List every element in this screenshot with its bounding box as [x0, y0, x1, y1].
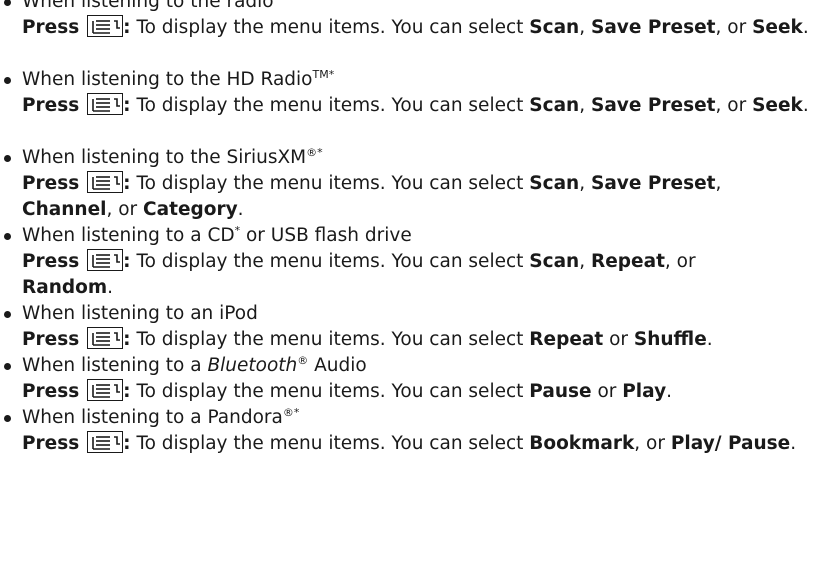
description: Press : To display the menu items. You c… — [22, 431, 797, 454]
description: Press : To display the menu items. You c… — [22, 379, 673, 402]
superscript: ® — [297, 353, 309, 367]
condition-label: When listening to the radio — [22, 0, 274, 12]
description: Press : To display the menu items. You c… — [22, 171, 722, 220]
option-save-preset: Save Preset — [591, 173, 716, 194]
press-label: Press — [22, 329, 80, 350]
option-seek: Seek — [752, 17, 803, 38]
desc-text: To display the menu items. You can selec… — [130, 433, 530, 454]
description: Press : To display the menu items. You c… — [22, 93, 809, 116]
superscript: ®* — [282, 405, 300, 419]
description: Press : To display the menu items. You c… — [22, 15, 809, 38]
menu-button-icon — [87, 327, 124, 349]
desc-text: To display the menu items. You can selec… — [130, 17, 530, 38]
option-scan: Scan — [529, 251, 580, 272]
menu-button-icon — [87, 379, 124, 401]
colon: : — [123, 17, 131, 38]
option-save-preset: Save Preset — [591, 95, 716, 116]
option-play-pause: Play/ Pause — [670, 433, 791, 454]
menu-button-icon — [87, 431, 124, 453]
press-label: Press — [22, 173, 80, 194]
condition-text: When listening to the SiriusXM®* — [22, 145, 824, 171]
condition-label: When listening to the HD Radio — [22, 69, 313, 90]
condition-text: When listening to the radio — [22, 0, 824, 15]
list-item-pandora: When listening to a Pandora®* Press : To… — [0, 405, 824, 483]
option-category: Category — [143, 199, 238, 220]
desc-text: To display the menu items. You can selec… — [130, 251, 530, 272]
condition-label: When listening to an iPod — [22, 303, 258, 324]
bullet — [4, 155, 11, 162]
bullet — [4, 0, 11, 6]
option-save-preset: Save Preset — [591, 17, 716, 38]
menu-button-icon — [87, 249, 124, 271]
option-seek: Seek — [752, 95, 803, 116]
condition-label-suffix: or USB flash drive — [240, 225, 412, 246]
option-bookmark: Bookmark — [529, 433, 635, 454]
option-pause: Pause — [529, 381, 592, 402]
list-item-siriusxm: When listening to the SiriusXM®* Press :… — [0, 145, 824, 223]
condition-text: When listening to a CD* or USB flash dri… — [22, 223, 824, 249]
menu-button-icon — [87, 171, 124, 193]
option-scan: Scan — [529, 95, 580, 116]
list-item-bluetooth-audio: When listening to a Bluetooth® Audio Pre… — [0, 353, 824, 405]
superscript: ®* — [306, 145, 323, 159]
press-label: Press — [22, 381, 80, 402]
description: Press : To display the menu items. You c… — [22, 327, 713, 350]
list-item-hd-radio: When listening to the HD RadioTM* Press … — [0, 67, 824, 145]
condition-label: When listening to a — [22, 355, 208, 376]
desc-text: To display the menu items. You can selec… — [130, 173, 530, 194]
option-repeat: Repeat — [529, 329, 604, 350]
press-label: Press — [22, 251, 80, 272]
option-shuffle: Shuffle — [633, 329, 707, 350]
condition-label: When listening to a Pandora — [22, 407, 283, 428]
option-repeat: Repeat — [591, 251, 665, 272]
option-random: Random — [22, 277, 108, 298]
bullet — [4, 233, 11, 240]
menu-button-icon — [87, 15, 124, 37]
bluetooth-brand: Bluetooth — [207, 355, 298, 376]
menu-items-list: When listening to the radio Press : To d… — [0, 0, 824, 483]
press-label: Press — [22, 433, 80, 454]
condition-text: When listening to a Bluetooth® Audio — [22, 353, 824, 379]
desc-text: To display the menu items. You can selec… — [130, 329, 530, 350]
option-channel: Channel — [22, 199, 107, 220]
press-label: Press — [22, 17, 80, 38]
condition-label: When listening to the SiriusXM — [22, 147, 307, 168]
bullet — [4, 363, 11, 370]
condition-label-suffix: Audio — [308, 355, 367, 376]
desc-text: To display the menu items. You can selec… — [130, 95, 530, 116]
option-scan: Scan — [529, 173, 580, 194]
bullet — [4, 77, 11, 84]
list-item-cd-usb: When listening to a CD* or USB flash dri… — [0, 223, 824, 301]
option-scan: Scan — [529, 17, 580, 38]
condition-text: When listening to the HD RadioTM* — [22, 67, 824, 93]
menu-button-icon — [87, 93, 124, 115]
superscript: TM* — [312, 67, 335, 81]
condition-text: When listening to an iPod — [22, 301, 824, 327]
bullet — [4, 311, 11, 318]
description: Press : To display the menu items. You c… — [22, 249, 696, 298]
condition-label: When listening to a CD — [22, 225, 235, 246]
option-play: Play — [622, 381, 667, 402]
condition-text: When listening to a Pandora®* — [22, 405, 824, 431]
desc-text: To display the menu items. You can selec… — [130, 381, 530, 402]
list-item-radio: When listening to the radio Press : To d… — [0, 0, 824, 67]
list-item-ipod: When listening to an iPod Press : To dis… — [0, 301, 824, 353]
bullet — [4, 415, 11, 422]
press-label: Press — [22, 95, 80, 116]
